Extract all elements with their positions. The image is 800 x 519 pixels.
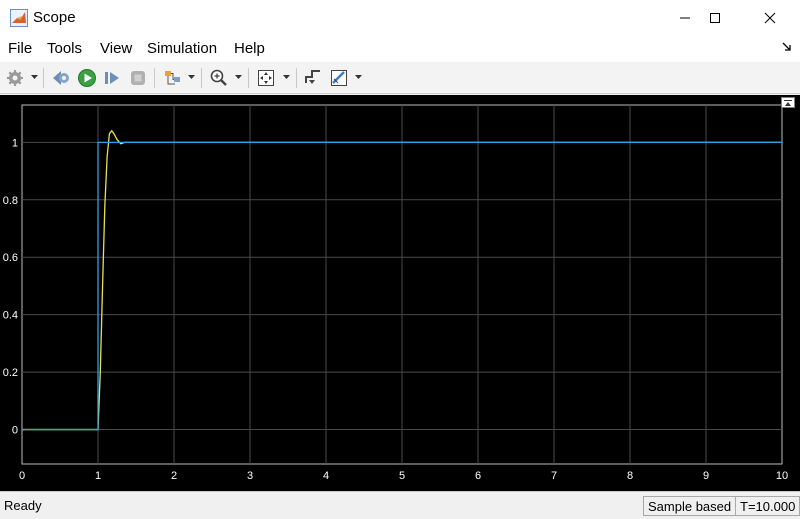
simulation-time: T=10.000 (735, 496, 800, 516)
settings-icon (7, 70, 23, 86)
triggers-icon (305, 70, 320, 84)
step-back-icon (53, 71, 69, 85)
step-forward-button[interactable] (101, 67, 123, 89)
highlight-button[interactable] (162, 67, 184, 89)
sample-mode-indicator: Sample based (643, 496, 737, 516)
toolbar-separator (201, 68, 202, 88)
toolbar-separator (43, 68, 44, 88)
chevron-down-icon[interactable] (283, 75, 290, 80)
fit-to-view-icon (258, 70, 274, 86)
close-icon (764, 12, 776, 24)
x-tick-label: 2 (171, 470, 177, 482)
settings-button[interactable] (4, 67, 26, 89)
menu-file[interactable]: File (8, 40, 32, 57)
step-forward-icon (105, 72, 119, 84)
close-button[interactable] (747, 0, 793, 36)
run-icon (78, 69, 96, 87)
x-tick-label: 8 (627, 470, 633, 482)
chevron-down-icon[interactable] (355, 75, 362, 80)
cursor-measurements-button[interactable] (328, 67, 350, 89)
step-back-button[interactable] (50, 67, 72, 89)
expand-icon (784, 99, 792, 106)
toolbar-separator (248, 68, 249, 88)
y-tick-label: 0.2 (3, 367, 18, 379)
scope-display[interactable]: 0 1 2 3 4 5 6 7 8 9 10 0 0.2 0.4 0.6 0.8 1 (0, 95, 800, 491)
status-bar: Ready Sample based T=10.000 (0, 491, 800, 519)
menu-simulation[interactable]: Simulation (147, 40, 217, 57)
y-tick-label: 0.8 (3, 195, 18, 207)
x-tick-label: 7 (551, 470, 557, 482)
window-title: Scope (33, 9, 76, 26)
x-tick-label: 9 (703, 470, 709, 482)
fit-to-view-button[interactable] (255, 67, 277, 89)
toolbar (0, 62, 800, 94)
expand-button[interactable] (781, 97, 795, 108)
stop-icon (131, 71, 145, 85)
menu-tools[interactable]: Tools (47, 40, 82, 57)
matlab-icon (10, 9, 28, 27)
zoom-button[interactable] (208, 67, 230, 89)
status-ready: Ready (4, 498, 42, 513)
maximize-icon (710, 13, 720, 23)
toolbar-separator (296, 68, 297, 88)
stop-button[interactable] (127, 67, 149, 89)
toolbar-separator (154, 68, 155, 88)
highlight-icon (165, 71, 180, 85)
scope-chart: 0 1 2 3 4 5 6 7 8 9 10 0 0.2 0.4 0.6 0.8 1 (3, 104, 788, 482)
x-tick-label: 6 (475, 470, 481, 482)
zoom-icon (210, 69, 227, 86)
y-tick-label: 0 (12, 425, 18, 437)
menu-view[interactable]: View (100, 40, 132, 57)
menu-bar: File Tools View Simulation Help (0, 36, 800, 62)
x-tick-label: 4 (323, 470, 329, 482)
x-tick-label: 5 (399, 470, 405, 482)
cursor-measurements-icon (331, 70, 347, 86)
triggers-button[interactable] (302, 67, 324, 89)
chevron-down-icon[interactable] (188, 75, 195, 80)
chevron-down-icon[interactable] (31, 75, 38, 80)
x-tick-label: 10 (776, 470, 788, 482)
title-bar: Scope (0, 0, 800, 36)
x-tick-label: 1 (95, 470, 101, 482)
x-tick-label: 3 (247, 470, 253, 482)
maximize-button[interactable] (692, 0, 738, 36)
y-tick-label: 0.6 (3, 252, 18, 264)
undock-arrow-icon[interactable] (782, 42, 792, 52)
y-tick-label: 1 (12, 137, 18, 149)
menu-help[interactable]: Help (234, 40, 265, 57)
x-tick-label: 0 (19, 470, 25, 482)
minimize-icon (680, 17, 690, 19)
y-tick-label: 0.4 (3, 310, 18, 322)
run-button[interactable] (76, 67, 98, 89)
chevron-down-icon[interactable] (235, 75, 242, 80)
